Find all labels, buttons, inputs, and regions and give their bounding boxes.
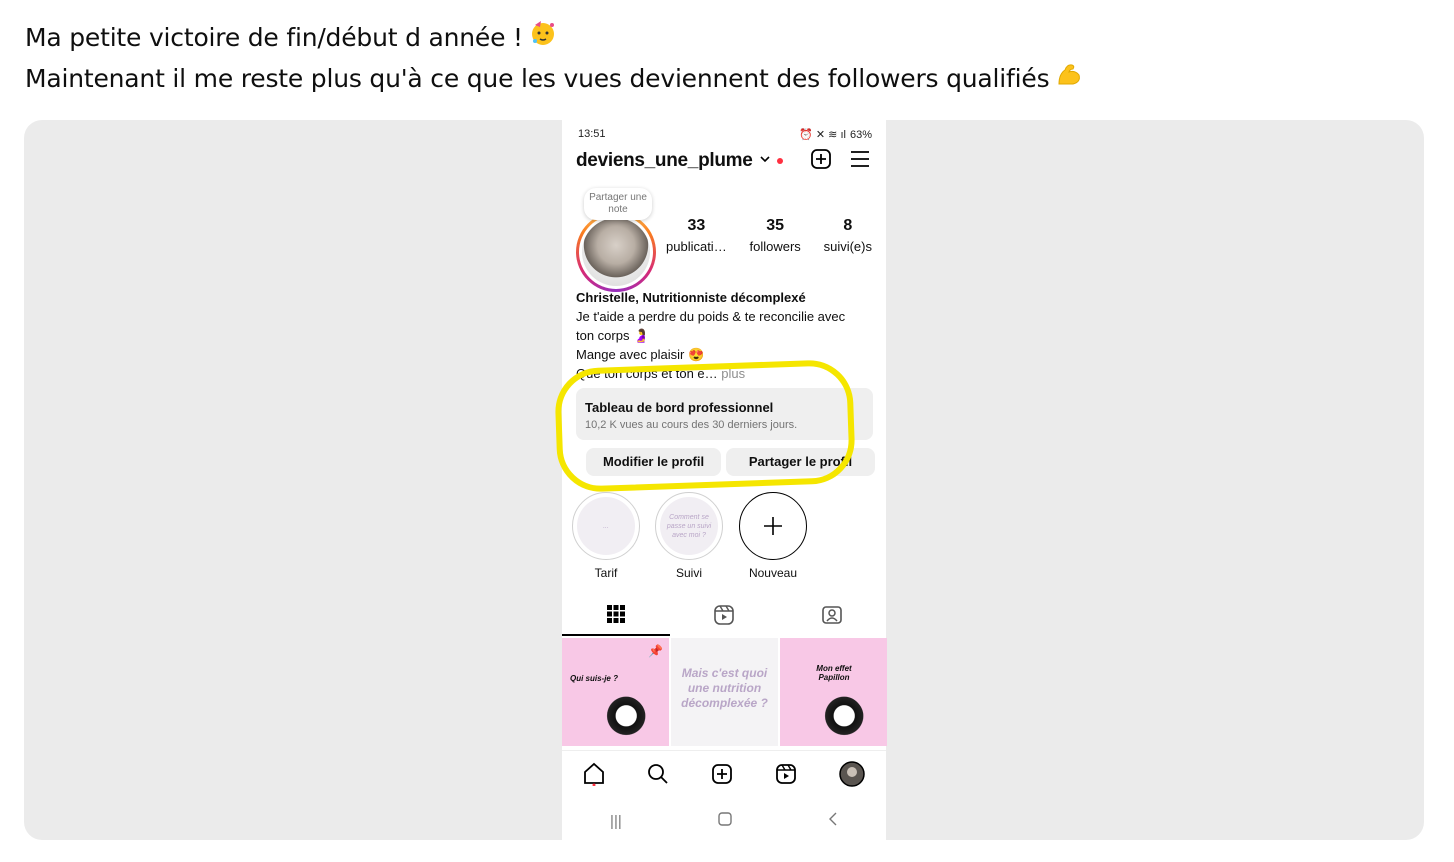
home-button-icon[interactable] [718,812,732,830]
screenshot-attachment[interactable]: 13:51 ⏰ ✕ ≋ ıl 63% deviens_une_plume Par… [24,120,1424,840]
stat-posts-label: publicati… [666,239,727,254]
highlight-tarif-cover: ... [577,497,635,555]
avatar-photo [582,218,650,286]
grid-post-1[interactable]: Qui suis-je ? 📌 [562,638,669,746]
bottom-nav [562,750,886,801]
system-nav: ||| [562,806,886,836]
profile-username[interactable]: deviens_une_plume [576,150,753,172]
profile-stats: 33 publicati… 35 followers 8 suivi(e)s [666,217,872,254]
stat-posts-value: 33 [687,217,706,234]
phone-screenshot: 13:51 ⏰ ✕ ≋ ıl 63% deviens_une_plume Par… [553,120,887,840]
new-post-icon[interactable] [711,763,733,790]
grid-post-3[interactable]: Mon effet Papillon [780,638,887,746]
post-3-caption: Mon effet Papillon [816,664,852,682]
post-1-caption: Qui suis-je ? [569,674,618,683]
post-2-caption: Mais c'est quoi une nutrition décomplexé… [681,666,768,710]
signal-icon: ⏰ ✕ ≋ ıl [799,129,846,141]
highlight-new-label: Nouveau [748,566,798,580]
stat-followers[interactable]: 35 followers [750,217,801,254]
status-icons: ⏰ ✕ ≋ ıl 63% [799,128,872,142]
highlight-tarif-label: Tarif [594,566,618,580]
highlight-suivi-label: Suivi [675,566,702,580]
plus-icon [739,492,807,560]
yellow-highlight-annotation [553,358,857,494]
flexed-biceps-emoji-icon [1055,60,1083,100]
grid-icon [607,604,625,628]
tagged-icon [822,605,842,630]
bio-line-2: ton corps [576,328,630,343]
profile-avatar[interactable] [576,212,656,292]
bio-line-3-wrap: Mange avec plaisir 😍 [576,345,876,364]
reels-nav-icon[interactable] [775,763,797,790]
stat-posts[interactable]: 33 publicati… [666,217,727,254]
post-line-2: Maintenant il me reste plus qu'à ce que … [25,59,1083,100]
reels-tab[interactable] [670,598,778,636]
heart-eyes-emoji-icon: 😍 [684,347,705,362]
pin-icon: 📌 [648,644,663,658]
create-post-icon[interactable] [810,148,832,175]
woman-illustration-icon [602,696,646,740]
grid-tab[interactable] [562,598,670,636]
recents-icon[interactable]: ||| [610,813,622,830]
post-grid: Qui suis-je ? 📌 Mais c'est quoi une nutr… [562,638,887,748]
battery-level: 63% [849,128,872,141]
bio-line-1: Je t'aide a perdre du poids & te reconci… [576,309,846,324]
reels-icon [714,604,734,630]
stat-following-label: suivi(e)s [823,239,872,254]
highlight-new[interactable]: Nouveau [739,492,807,580]
woman-illustration-icon-2 [820,696,864,740]
bio-line-3: Mange avec plaisir [576,347,685,362]
grid-post-2[interactable]: Mais c'est quoi une nutrition décomplexé… [671,638,778,746]
bio-line-2-wrap: ton corps 🤰 [576,326,876,345]
tagged-tab[interactable] [778,598,886,636]
back-icon[interactable] [828,812,838,830]
party-face-emoji-icon [529,19,557,59]
search-icon[interactable] [647,763,669,790]
home-icon[interactable] [583,762,605,791]
status-bar: 13:51 ⏰ ✕ ≋ ıl 63% [578,128,872,141]
woman-emoji-icon: 🤰 [629,328,650,343]
status-time: 13:51 [578,128,606,140]
stat-following[interactable]: 8 suivi(e)s [824,217,872,254]
post-text: Ma petite victoire de fin/début d année … [25,18,1083,100]
profile-nav-avatar[interactable] [839,760,865,792]
highlight-suivi[interactable]: Comment se passe un suivi avec moi ? Sui… [655,492,723,580]
stat-following-value: 8 [843,217,853,234]
stat-followers-label: followers [749,239,801,254]
highlight-tarif[interactable]: ... Tarif [572,492,640,580]
post-line-1: Ma petite victoire de fin/début d année … [25,18,1083,59]
stat-followers-value: 35 [766,217,785,234]
note-bubble[interactable]: Partager une note [584,188,652,220]
profile-tabs [562,598,886,636]
profile-header: deviens_une_plume [576,146,870,176]
post-line-1-text: Ma petite victoire de fin/début d année … [25,23,523,52]
post-line-2-text: Maintenant il me reste plus qu'à ce que … [25,64,1050,93]
menu-icon[interactable] [850,150,870,173]
chevron-down-icon[interactable] [759,152,771,170]
highlight-suivi-cover: Comment se passe un suivi avec moi ? [660,497,718,555]
notification-dot [776,158,783,164]
bio-name: Christelle, Nutritionniste décomplexé [576,290,806,305]
